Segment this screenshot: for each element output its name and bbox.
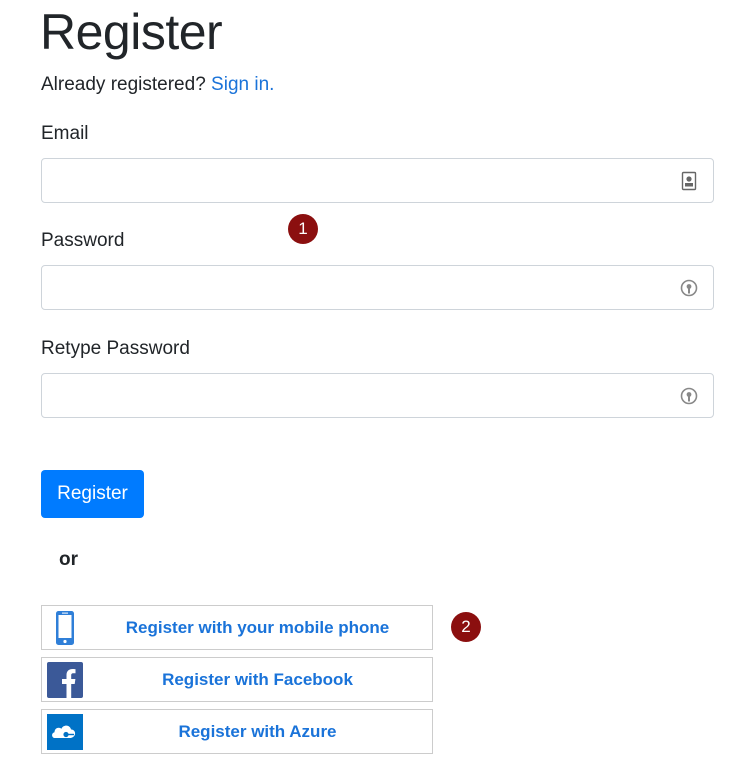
password-field[interactable]: [41, 265, 714, 310]
facebook-logo-icon: [47, 662, 83, 698]
retype-password-label: Retype Password: [41, 338, 190, 359]
register-azure-button[interactable]: Register with Azure: [41, 709, 433, 754]
key-autofill-icon[interactable]: [679, 386, 699, 406]
signin-prompt: Already registered? Sign in.: [41, 73, 274, 97]
register-phone-button[interactable]: Register with your mobile phone: [41, 605, 433, 650]
mobile-phone-icon: [56, 611, 74, 645]
already-registered-text: Already registered?: [41, 74, 206, 95]
email-label: Email: [41, 123, 89, 144]
or-divider: or: [59, 549, 78, 570]
page-title: Register: [40, 4, 223, 60]
register-phone-label: Register with your mobile phone: [125, 618, 390, 637]
register-facebook-button[interactable]: Register with Facebook: [41, 657, 433, 702]
email-field[interactable]: [41, 158, 714, 203]
annotation-marker-2: 2: [451, 612, 481, 642]
key-autofill-icon[interactable]: [679, 278, 699, 298]
azure-cloud-icon: [47, 714, 83, 750]
register-facebook-label: Register with Facebook: [162, 670, 353, 689]
annotation-marker-1: 1: [288, 214, 318, 244]
register-azure-label: Register with Azure: [178, 722, 337, 741]
contact-card-icon[interactable]: [679, 171, 699, 191]
sign-in-link[interactable]: Sign in.: [211, 74, 274, 95]
retype-password-field[interactable]: [41, 373, 714, 418]
password-label: Password: [41, 230, 125, 251]
email-input[interactable]: [42, 159, 686, 202]
password-input[interactable]: [42, 266, 686, 309]
register-button[interactable]: Register: [41, 470, 144, 518]
retype-password-input[interactable]: [42, 374, 686, 417]
